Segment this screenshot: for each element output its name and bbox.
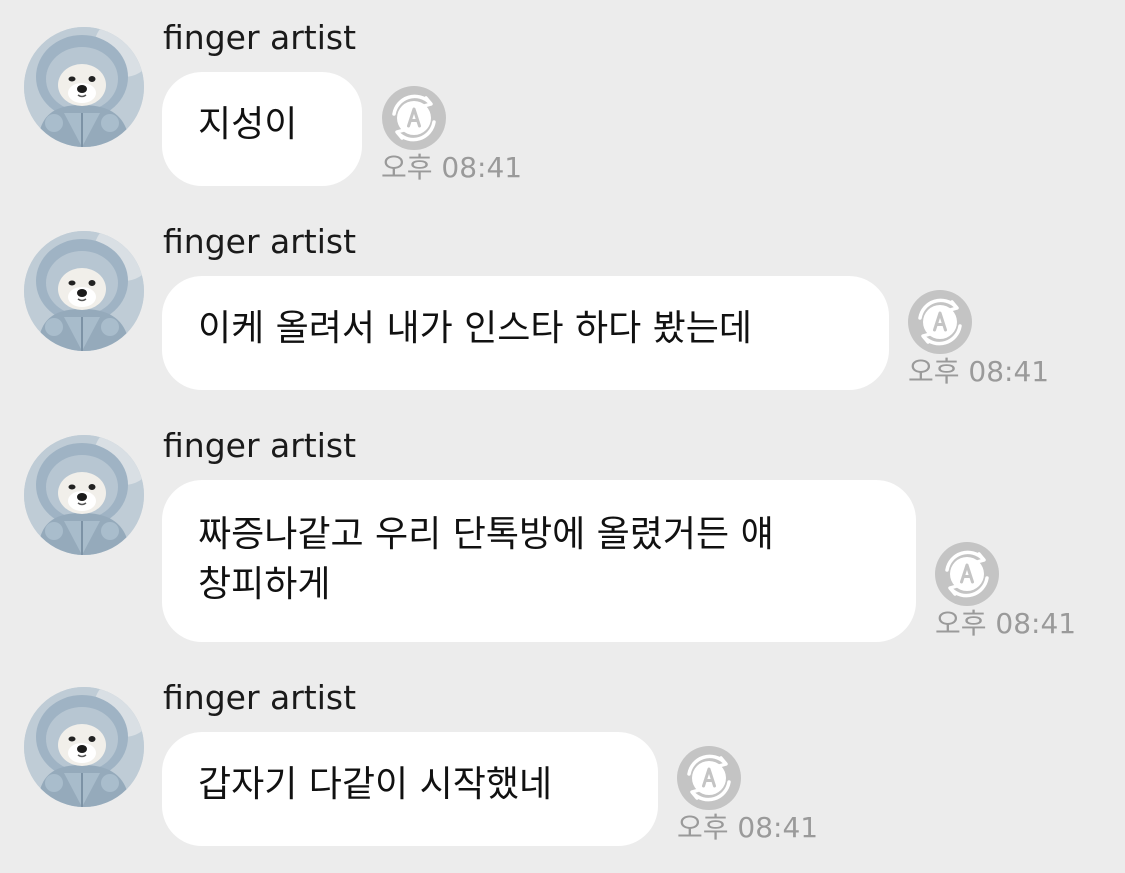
chat-message-list: finger artist 지성이 오후 08:41 finger artist… — [0, 0, 1125, 873]
dog-avatar-icon[interactable] — [24, 231, 144, 351]
message-bubble[interactable]: 짜증나같고 우리 단톡방에 올렸거든 얘 창피하게 — [162, 480, 916, 642]
translate-icon[interactable] — [908, 290, 972, 354]
message-bubble[interactable]: 지성이 — [162, 72, 362, 186]
sender-name: finger artist — [163, 222, 357, 261]
message-timestamp: 오후 08:41 — [908, 355, 1050, 388]
message-timestamp: 오후 08:41 — [935, 607, 1077, 640]
sender-name: finger artist — [163, 18, 357, 57]
message-bubble[interactable]: 이케 올려서 내가 인스타 하다 봤는데 — [162, 276, 889, 390]
translate-icon[interactable] — [935, 542, 999, 606]
sender-name: finger artist — [163, 678, 357, 717]
message-bubble[interactable]: 갑자기 다같이 시작했네 — [162, 732, 658, 846]
message-text-line: 창피하게 — [198, 564, 331, 605]
message-text: 이케 올려서 내가 인스타 하다 봤는데 — [198, 308, 753, 349]
message-timestamp: 오후 08:41 — [677, 811, 819, 844]
sender-name: finger artist — [163, 426, 357, 465]
dog-avatar-icon[interactable] — [24, 27, 144, 147]
message-text: 갑자기 다같이 시작했네 — [198, 764, 553, 805]
dog-avatar-icon[interactable] — [24, 687, 144, 807]
message-text: 지성이 — [198, 104, 298, 145]
translate-icon[interactable] — [382, 86, 446, 150]
dog-avatar-icon[interactable] — [24, 435, 144, 555]
translate-icon[interactable] — [677, 746, 741, 810]
message-timestamp: 오후 08:41 — [381, 151, 523, 184]
message-text-line: 짜증나같고 우리 단톡방에 올렸거든 얘 — [198, 514, 774, 555]
